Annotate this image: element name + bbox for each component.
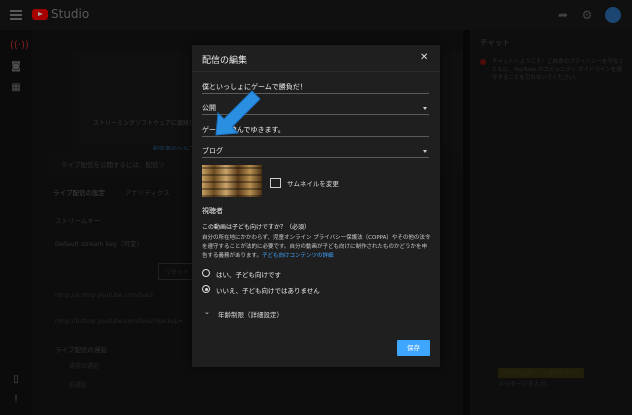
dialog-title: 配信の編集: [202, 56, 248, 66]
category-value: ブログ: [202, 147, 223, 155]
save-button[interactable]: 保存: [397, 340, 430, 356]
option-yes-label[interactable]: はい、子ども向けです: [216, 269, 281, 279]
chevron-down-icon: [423, 107, 427, 110]
chevron-down-icon[interactable]: ⌄: [204, 308, 210, 316]
change-thumbnail-button[interactable]: サムネイルを変更: [287, 178, 339, 188]
field-underline: [202, 157, 429, 158]
option-no-label[interactable]: いいえ、子ども向けではありません: [216, 285, 320, 295]
divider: [192, 71, 440, 72]
category-select[interactable]: ブログ: [202, 146, 429, 158]
kids-content-link[interactable]: 子ども向けコンテンツの詳細: [262, 253, 334, 259]
age-restriction-toggle[interactable]: 年齢制限（詳細設定）: [218, 309, 283, 319]
app-window: Studio ➦ ⚙ ((·)) ◙ ▦ ▯ ! ストリーミングソフトウェアに接…: [0, 0, 632, 415]
pointer-arrow-icon: [215, 90, 261, 136]
audience-heading: 視聴者: [202, 207, 223, 215]
thumbnail-image: [202, 165, 262, 197]
kids-description: 自分の所在地にかかわらず、児童オンライン プライバシー保護法（COPPA）やその…: [202, 234, 432, 261]
image-add-icon[interactable]: [270, 178, 281, 188]
radio-no[interactable]: [202, 285, 210, 293]
kids-question: この動画は子ども向けですか？（必須）: [202, 224, 311, 231]
radio-yes[interactable]: [202, 269, 210, 277]
close-icon[interactable]: ✕: [420, 52, 428, 63]
chevron-down-icon: [423, 150, 427, 153]
